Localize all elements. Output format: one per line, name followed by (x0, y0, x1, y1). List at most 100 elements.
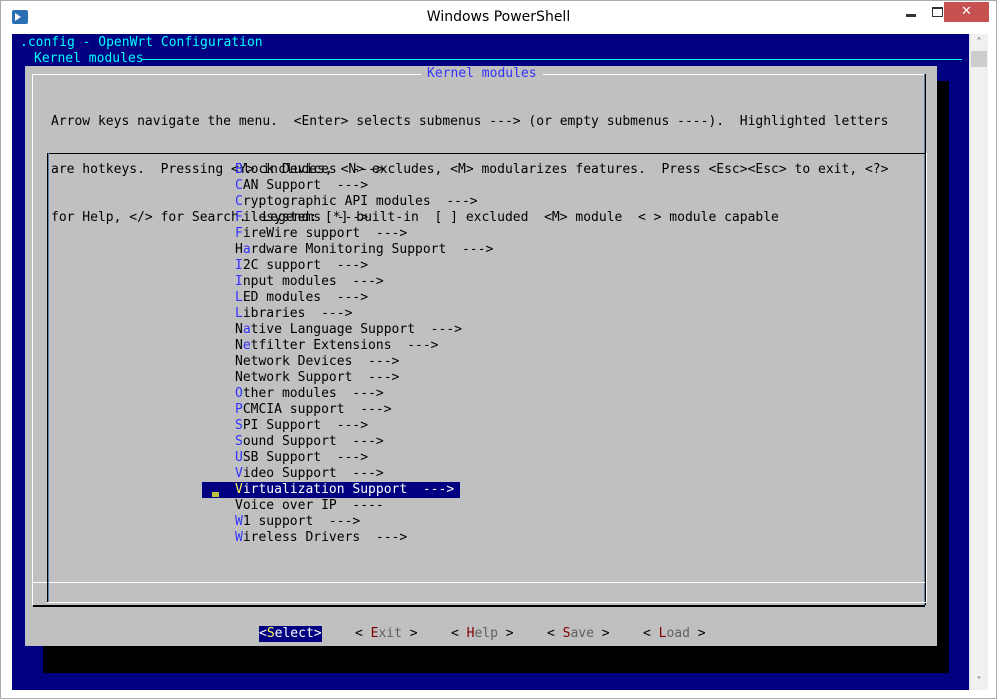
menu-item[interactable]: Sound Support ---> (47, 434, 927, 450)
menu-item-label: Other modules ---> (235, 386, 384, 402)
powershell-window: Windows PowerShell ✕ .config - OpenWrt C… (0, 0, 997, 699)
vertical-scrollbar[interactable]: ˄ ˅ (969, 34, 988, 690)
button-label: xit (378, 626, 402, 641)
menu-item-label: Sound Support ---> (235, 434, 384, 450)
menu-item[interactable]: Filesystems ---> (47, 210, 927, 226)
menu-item[interactable]: Hardware Monitoring Support ---> (47, 242, 927, 258)
button-hotkey: S (266, 626, 275, 641)
scroll-up-arrow-icon[interactable]: ˄ (970, 34, 988, 51)
menu-item-text: ED modules ---> (242, 290, 369, 305)
menu-item-text: rdware Monitoring Support ---> (250, 242, 494, 257)
menu-item-hotkey: V (235, 466, 243, 481)
menu-item-text: tfilter Extensions ---> (250, 338, 439, 353)
load-button[interactable]: < Load > (643, 626, 706, 642)
button-bracket: < (643, 626, 659, 641)
select-button[interactable]: <Select> (259, 626, 322, 642)
menu-item-text: Network Devices ---> (235, 354, 400, 369)
close-button[interactable]: ✕ (944, 2, 989, 22)
scroll-down-arrow-icon[interactable]: ˅ (970, 673, 988, 690)
menu-item-text: tive Language Support ---> (250, 322, 462, 337)
menu-item-text: ideo Support ---> (242, 466, 384, 481)
menu-item-hotkey: I (235, 274, 243, 289)
menu-item-label: Network Support ---> (235, 370, 399, 386)
menu-item[interactable]: LED modules ---> (47, 290, 927, 306)
cursor-icon (212, 492, 219, 497)
menu-item-hotkey: S (235, 434, 243, 449)
menu-item[interactable]: FireWire support ---> (47, 226, 927, 242)
button-bracket: > (689, 626, 706, 641)
menu-item-label: Video Support ---> (235, 466, 384, 482)
menu-item-label: Input modules ---> (235, 274, 384, 290)
menu-item-text: Voice over IP ---- (235, 498, 384, 513)
dialog-title: Kernel modules (421, 66, 543, 82)
menu-item[interactable]: Cryptographic API modules ---> (47, 194, 927, 210)
dialog-button-row: <Select> < Exit > < Help > < Save > < Load > (25, 626, 937, 642)
menu-item[interactable]: Block Devices ---> (47, 162, 927, 178)
menu-item-hotkey: W (235, 530, 243, 545)
minimize-icon (906, 14, 916, 17)
menu-item-hotkey: F (235, 226, 243, 241)
exit-button[interactable]: < Exit > (355, 626, 418, 642)
menu-item-prefix: N (235, 322, 243, 337)
scrollbar-thumb[interactable] (971, 51, 987, 67)
menu-item[interactable]: Other modules ---> (47, 386, 927, 402)
menu-item-label: USB Support ---> (235, 450, 368, 466)
button-label: elect (274, 626, 314, 641)
button-label: oad (666, 626, 690, 641)
button-bracket: > (593, 626, 610, 641)
button-label: ave (570, 626, 594, 641)
save-button[interactable]: < Save > (547, 626, 610, 642)
menu-item[interactable]: Network Support ---> (47, 370, 927, 386)
menu-item-hotkey: C (235, 194, 243, 209)
menu-item-label: Cryptographic API modules ---> (235, 194, 478, 210)
menu-item-hotkey: C (235, 178, 243, 193)
menu-item-label: Hardware Monitoring Support ---> (235, 242, 493, 258)
dialog-border-bottom (33, 605, 925, 607)
menu-item-hotkey: V (235, 482, 243, 497)
button-bracket: < (547, 626, 563, 641)
menu-item[interactable]: USB Support ---> (47, 450, 927, 466)
menu-item-hotkey: I (235, 258, 243, 273)
menu-item[interactable]: SPI Support ---> (47, 418, 927, 434)
menu-item-label: Network Devices ---> (235, 354, 399, 370)
menu-item[interactable]: CAN Support ---> (47, 178, 927, 194)
menu-item-hotkey: L (235, 290, 243, 305)
menu-item-label: FireWire support ---> (235, 226, 407, 242)
menu-item-hotkey: B (235, 162, 243, 177)
menu-breadcrumb: Kernel modules (34, 51, 144, 66)
menu-item-label: CAN Support ---> (235, 178, 368, 194)
menu-item-label: Voice over IP ---- (235, 498, 384, 514)
help-button[interactable]: < Help > (451, 626, 514, 642)
menu-item-text: ilesystems ---> (242, 210, 369, 225)
menu-item[interactable]: Libraries ---> (47, 306, 927, 322)
menu-item-text: SB Support ---> (242, 450, 369, 465)
menu-item-prefix: H (235, 242, 243, 257)
menu-item-selected[interactable]: Virtualization Support ---> (47, 482, 927, 498)
menu-item-text: ryptographic API modules ---> (242, 194, 478, 209)
kernel-modules-dialog: Kernel modules Arrow keys navigate the m… (25, 66, 937, 646)
menu-item-label: Virtualization Support ---> (235, 482, 454, 498)
maximize-icon (932, 7, 943, 17)
menu-item-text: ther modules ---> (242, 386, 384, 401)
console-area[interactable]: .config - OpenWrt Configuration Kernel m… (12, 34, 969, 690)
menu-item[interactable]: PCMCIA support ---> (47, 402, 927, 418)
title-bar[interactable]: Windows PowerShell ✕ (1, 1, 996, 33)
menu-item-text: irtualization Support ---> (242, 482, 455, 497)
button-bracket: < (451, 626, 467, 641)
menu-item[interactable]: Voice over IP ---- (47, 498, 927, 514)
menu-item[interactable]: Network Devices ---> (47, 354, 927, 370)
menu-box-border-top (47, 153, 927, 154)
menu-item-text: lock Devices ---> (242, 162, 384, 177)
menu-box-border-bottom (47, 602, 927, 603)
menu-item[interactable]: Wireless Drivers ---> (47, 530, 927, 546)
menu-item[interactable]: Video Support ---> (47, 466, 927, 482)
header-rule (142, 59, 962, 60)
menu-item[interactable]: W1 support ---> (47, 514, 927, 530)
minimize-button[interactable] (898, 1, 925, 23)
menu-item[interactable]: Input modules ---> (47, 274, 927, 290)
menu-item[interactable]: Netfilter Extensions ---> (47, 338, 927, 354)
menu-item[interactable]: Native Language Support ---> (47, 322, 927, 338)
button-bracket: > (401, 626, 418, 641)
menu-item[interactable]: I2C support ---> (47, 258, 927, 274)
menu-item-label: W1 support ---> (235, 514, 360, 530)
